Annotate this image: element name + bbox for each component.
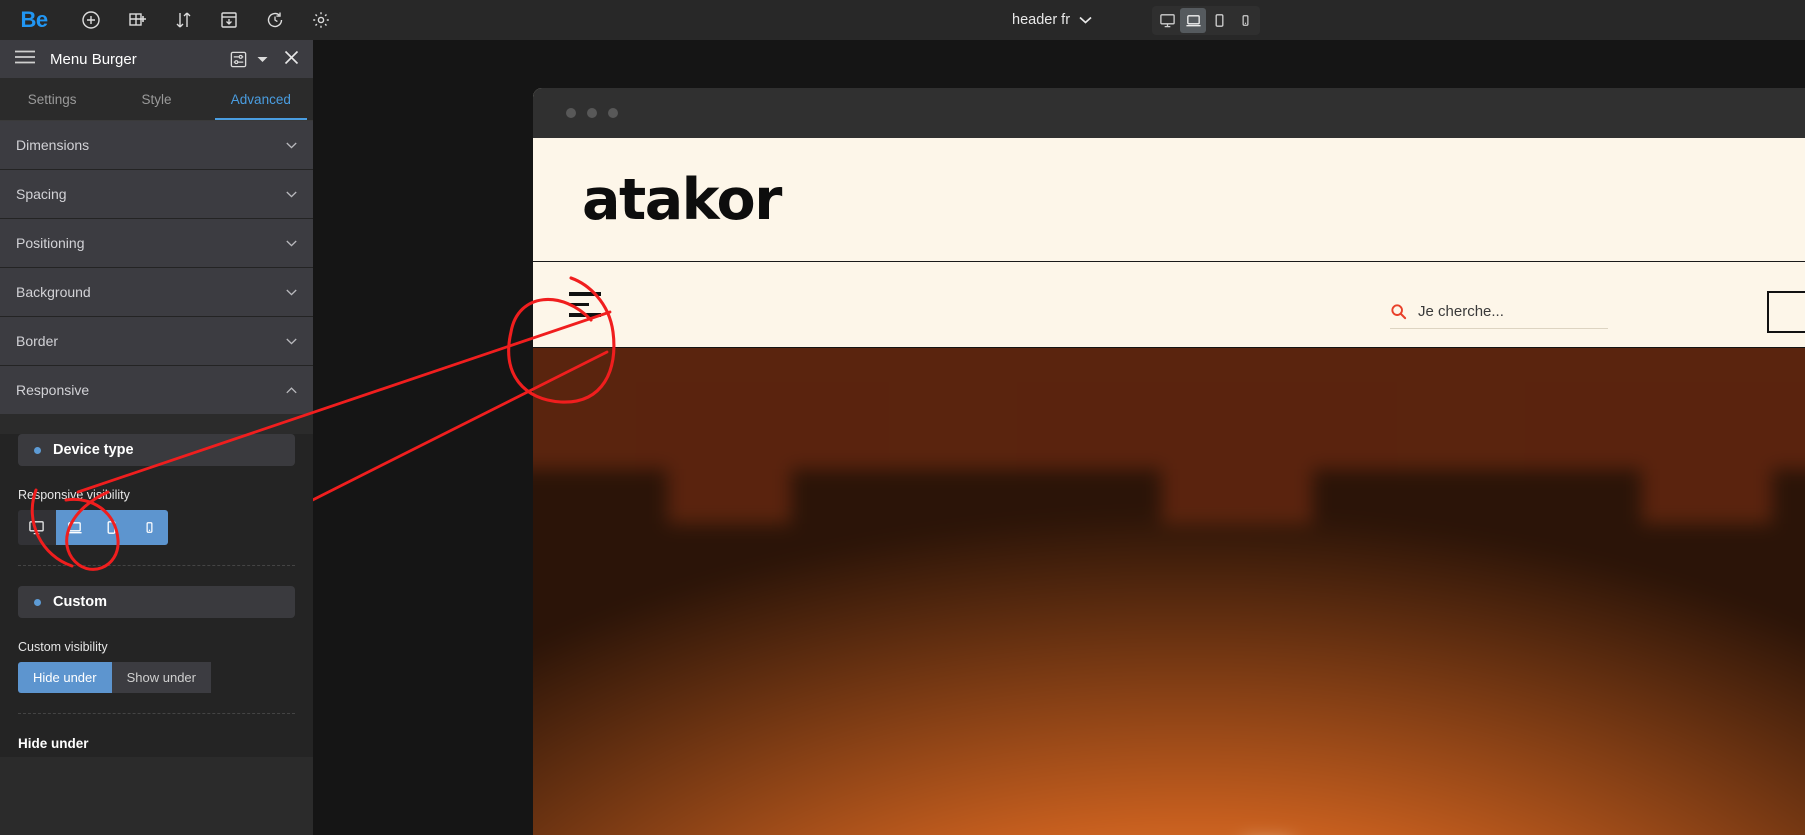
browser-frame: atakor Je cherche... (533, 88, 1805, 835)
chevron-up-icon (286, 386, 297, 393)
add-element-icon[interactable] (68, 0, 114, 40)
chevron-down-icon (286, 240, 297, 247)
device-toggle-desktop[interactable] (1154, 8, 1180, 33)
site-logo-bar: atakor (533, 138, 1805, 262)
device-type-label: Device type (53, 442, 134, 458)
gear-icon[interactable] (298, 0, 344, 40)
section-spacing[interactable]: Spacing (0, 170, 313, 218)
custom-visibility-label: Custom visibility (18, 640, 108, 654)
traffic-light-red-icon (566, 108, 576, 118)
section-divider (18, 713, 295, 714)
chevron-down-icon (1079, 16, 1092, 24)
top-toolbar: Be header fr (0, 0, 1805, 40)
search-icon (1391, 304, 1407, 320)
device-toggle-tablet[interactable] (1206, 8, 1232, 33)
section-label: Responsive (16, 382, 90, 398)
preview-canvas: atakor Je cherche... (313, 40, 1805, 835)
visibility-toggle-tablet[interactable] (93, 510, 131, 545)
visibility-toggle-mobile[interactable] (130, 510, 168, 545)
responsive-visibility-label: Responsive visibility (18, 488, 130, 502)
chevron-down-icon (286, 191, 297, 198)
hero-image (533, 348, 1805, 835)
visibility-toggle-laptop[interactable] (55, 510, 93, 545)
hero-image-graphic (533, 348, 1805, 835)
device-type-row[interactable]: Device type (18, 434, 295, 466)
traffic-light-green-icon (608, 108, 618, 118)
element-settings-panel: Menu Burger Settings Style Advanced Dime… (0, 40, 313, 835)
device-preview-toggle-group (1152, 6, 1260, 35)
section-positioning[interactable]: Positioning (0, 219, 313, 267)
tab-style[interactable]: Style (104, 78, 208, 120)
app-logo[interactable]: Be (0, 7, 68, 33)
history-icon[interactable] (252, 0, 298, 40)
tab-settings[interactable]: Settings (0, 78, 104, 120)
responsive-section-body: Device type Responsive visibility Custom… (0, 434, 313, 757)
reorder-icon[interactable] (160, 0, 206, 40)
bullet-icon (34, 446, 41, 454)
section-label: Background (16, 284, 91, 300)
device-toggle-laptop[interactable] (1180, 8, 1206, 33)
search-placeholder: Je cherche... (1418, 303, 1504, 320)
insert-block-icon[interactable] (206, 0, 252, 40)
site-search-field[interactable]: Je cherche... (1390, 303, 1608, 329)
panel-tabs: Settings Style Advanced (0, 78, 313, 121)
panel-title: Menu Burger (50, 50, 137, 68)
device-toggle-mobile[interactable] (1232, 8, 1258, 33)
section-dimensions[interactable]: Dimensions (0, 121, 313, 169)
panel-header: Menu Burger (0, 40, 313, 78)
site-nav-bar: Je cherche... (533, 262, 1805, 348)
custom-row[interactable]: Custom (18, 586, 295, 618)
chevron-down-icon (286, 142, 297, 149)
chevron-down-icon (286, 289, 297, 296)
site-cta-button[interactable] (1767, 291, 1805, 333)
section-background[interactable]: Background (0, 268, 313, 316)
hide-under-button[interactable]: Hide under (18, 662, 112, 693)
section-label: Dimensions (16, 137, 90, 153)
add-section-icon[interactable] (114, 0, 160, 40)
responsive-visibility-toggle-group (18, 510, 168, 545)
section-label: Border (16, 333, 59, 349)
bullet-icon (34, 598, 41, 606)
site-logo[interactable]: atakor (582, 167, 782, 233)
section-label: Positioning (16, 235, 85, 251)
show-under-button[interactable]: Show under (111, 662, 211, 693)
advanced-sections: Dimensions Spacing Positioning Backgroun… (0, 121, 313, 414)
custom-visibility-toggle-group: Hide under Show under (18, 662, 313, 693)
app-root: Be header fr Menu Burger Settings Style … (0, 0, 1805, 835)
hide-under-heading: Hide under (18, 736, 89, 751)
browser-chrome-bar (533, 88, 1805, 138)
tab-advanced[interactable]: Advanced (209, 78, 313, 120)
section-label: Spacing (16, 186, 67, 202)
chevron-down-icon (286, 338, 297, 345)
page-selector[interactable]: header fr (1012, 0, 1092, 40)
hamburger-menu-icon[interactable] (569, 292, 601, 317)
sliders-icon[interactable] (227, 48, 249, 70)
toolbar-icon-group (68, 0, 344, 40)
panel-menu-icon[interactable] (14, 50, 36, 69)
close-icon[interactable] (284, 50, 299, 68)
page-selector-label: header fr (1012, 12, 1071, 28)
visibility-toggle-desktop[interactable] (18, 510, 56, 545)
section-divider (18, 565, 295, 566)
panel-options-chevron-down-icon[interactable] (257, 50, 268, 68)
traffic-light-yellow-icon (587, 108, 597, 118)
custom-label: Custom (53, 594, 107, 610)
section-border[interactable]: Border (0, 317, 313, 365)
section-responsive[interactable]: Responsive (0, 366, 313, 414)
